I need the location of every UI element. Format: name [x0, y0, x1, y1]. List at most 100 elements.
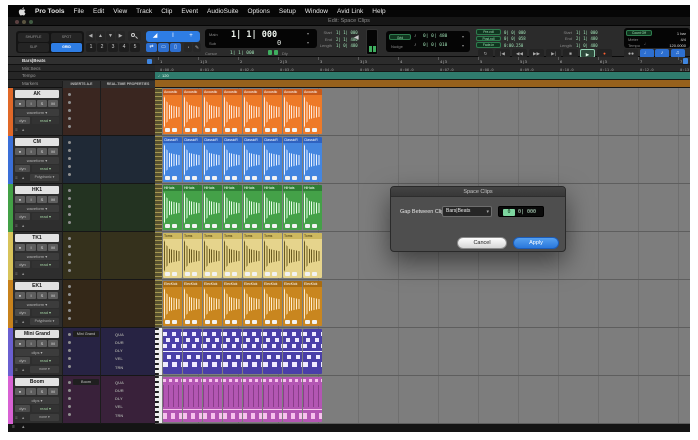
main-counter-value[interactable]: 1| 1| 000 [231, 30, 277, 40]
audio-clip[interactable]: HiHats [203, 185, 222, 230]
audio-clip[interactable]: HiHats [223, 185, 242, 230]
fade-in-handle[interactable] [305, 128, 310, 132]
audio-clip[interactable]: ElecKick [283, 281, 302, 326]
track-view-selector[interactable]: waveform ▾ [15, 157, 59, 164]
track-mute-button[interactable]: M [48, 148, 58, 155]
track-view-selector[interactable]: clips ▾ [15, 349, 59, 356]
insert-slot[interactable] [68, 333, 71, 336]
track-view-selector[interactable]: waveform ▾ [15, 301, 59, 308]
fade-out-handle[interactable] [232, 224, 237, 228]
bars-beats-ruler[interactable]: 11|322|333|344|355|366|377|3 [155, 57, 690, 65]
main-counter-dropdown-icon[interactable]: ▾ [307, 31, 309, 36]
zoom-preset-5[interactable]: 5 [130, 43, 140, 52]
fade-in-handle[interactable] [285, 272, 290, 276]
insert-slot[interactable] [68, 101, 71, 104]
transport-length-value[interactable]: 1| 0| 480 [576, 43, 598, 48]
track-lane[interactable]: ElecKickElecKickElecKickElecKickElecKick… [155, 280, 690, 328]
nudge-note-icon[interactable]: ♪ [414, 42, 417, 48]
audio-clip[interactable]: ClassicR [183, 137, 202, 182]
insert-slot[interactable] [68, 341, 71, 344]
track-name[interactable]: AK [15, 90, 59, 98]
track-dyn-button[interactable]: dyn [15, 309, 30, 316]
tool-extra-button[interactable]: ◔ [184, 43, 192, 52]
fade-in-handle[interactable] [165, 224, 170, 228]
track-lane[interactable] [155, 328, 690, 376]
zoom-arrow-button[interactable]: ◀ [86, 31, 95, 41]
transport-start-value[interactable]: 1| 1| 000 [576, 30, 598, 35]
insert-plugin-name[interactable]: Mini Grand [73, 331, 99, 337]
menu-clip[interactable]: Clip [161, 8, 172, 15]
menu-audiosuite[interactable]: AudioSuite [207, 8, 238, 15]
zoom-arrow-button[interactable]: ▼ [106, 31, 115, 41]
link-timeline-icon[interactable]: ≡ [12, 424, 15, 430]
track-input-button[interactable]: I [26, 292, 36, 299]
midi-clip[interactable] [183, 377, 202, 422]
grid-dropdown-icon[interactable]: ▾ [462, 34, 464, 39]
fade-out-handle[interactable] [292, 272, 297, 276]
insert-slot[interactable] [68, 253, 71, 256]
fade-out-handle[interactable] [192, 224, 197, 228]
fade-in-handle[interactable] [285, 128, 290, 132]
meter-value[interactable]: 4/4 [660, 37, 686, 42]
speaker-icon[interactable]: ◀ [354, 34, 359, 41]
track-lane[interactable] [155, 376, 690, 424]
track-input-button[interactable]: I [26, 148, 36, 155]
gap-value-field[interactable]: 0 0| 000 [498, 206, 544, 217]
fade-out-handle[interactable] [172, 272, 177, 276]
fade-in-handle[interactable] [245, 320, 250, 324]
insert-slot[interactable] [68, 317, 71, 320]
audio-clip[interactable]: Acoustic [223, 89, 242, 134]
ruler-name-bars-beats[interactable]: Bars|Beats [8, 57, 155, 65]
menu-options[interactable]: Options [247, 8, 269, 15]
audio-clip[interactable]: Toms [303, 233, 322, 278]
fade-in-handle[interactable] [185, 176, 190, 180]
fade-out-handle[interactable] [252, 176, 257, 180]
midi-clip[interactable] [183, 329, 202, 374]
fade-in-value[interactable]: 0:00.250 [504, 43, 523, 48]
fade-out-handle[interactable] [272, 272, 277, 276]
fade-out-handle[interactable] [292, 128, 297, 132]
track-mute-button[interactable]: M [48, 340, 58, 347]
fade-out-handle[interactable] [312, 128, 317, 132]
fade-in-handle[interactable] [265, 224, 270, 228]
track-mute-button[interactable]: M [48, 196, 58, 203]
fade-in-handle[interactable] [285, 320, 290, 324]
fade-in-handle[interactable] [225, 272, 230, 276]
markers-ruler[interactable] [155, 80, 690, 88]
track-automation-mode[interactable]: read ▾ [32, 309, 59, 316]
fade-in-handle[interactable] [165, 320, 170, 324]
sub-counter-value[interactable]: 0 [277, 39, 281, 47]
apple-icon[interactable] [18, 7, 26, 16]
count-off-button[interactable]: Count Off [626, 30, 652, 36]
fade-in-handle[interactable] [305, 224, 310, 228]
insert-slot[interactable] [68, 365, 71, 368]
track-name[interactable]: Boom [15, 378, 59, 386]
fade-in-handle[interactable] [205, 272, 210, 276]
fade-in-handle[interactable] [185, 224, 190, 228]
track-mute-button[interactable]: M [48, 292, 58, 299]
insert-slot[interactable] [68, 205, 71, 208]
track-automation-mode[interactable]: read ▾ [32, 213, 59, 220]
track-name[interactable]: EK1 [15, 282, 59, 290]
track-input-button[interactable]: I [26, 100, 36, 107]
insert-slot[interactable] [68, 221, 71, 224]
midi-clip[interactable] [243, 329, 262, 374]
sub-counter-dropdown-icon[interactable]: ▾ [307, 40, 309, 45]
track-automation-mode[interactable]: read ▾ [32, 117, 59, 124]
fade-out-handle[interactable] [272, 128, 277, 132]
track-automation-mode[interactable]: read ▾ [32, 261, 59, 268]
audio-clip[interactable]: ClassicR [283, 137, 302, 182]
audio-clip[interactable]: Toms [163, 233, 182, 278]
ruler-name-min-secs[interactable]: Min:Secs [8, 65, 155, 72]
insert-slot[interactable] [68, 405, 71, 408]
insert-slot[interactable] [68, 141, 71, 144]
track-name[interactable]: CM [15, 138, 59, 146]
ruler-view-icon[interactable] [147, 59, 152, 64]
fade-in-handle[interactable] [245, 224, 250, 228]
audio-clip[interactable]: Acoustic [163, 89, 182, 134]
fade-out-handle[interactable] [212, 224, 217, 228]
track-record-button[interactable]: ● [15, 388, 25, 395]
audio-clip[interactable]: ElecKick [263, 281, 282, 326]
menu-edit[interactable]: Edit [93, 8, 104, 15]
fade-out-handle[interactable] [312, 224, 317, 228]
